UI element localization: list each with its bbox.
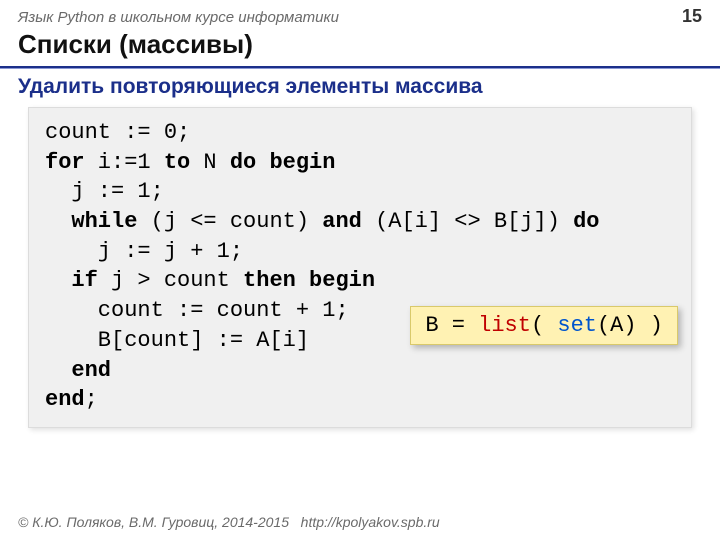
python-callout: B = list( set(A) )	[410, 306, 678, 345]
footer: © К.Ю. Поляков, В.М. Гуровиц, 2014-2015 …	[18, 514, 440, 530]
footer-url: http://kpolyakov.spb.ru	[301, 514, 440, 530]
title-divider	[0, 66, 720, 69]
pascal-code: count := 0; for i:=1 to N do begin j := …	[28, 107, 692, 428]
slide-title: Списки (массивы)	[0, 27, 720, 66]
course-name: Язык Python в школьном курсе информатики	[18, 9, 339, 26]
page-number: 15	[682, 6, 702, 27]
copyright: © К.Ю. Поляков, В.М. Гуровиц, 2014-2015	[18, 514, 289, 530]
slide-subtitle: Удалить повторяющиеся элементы массива	[0, 75, 720, 107]
